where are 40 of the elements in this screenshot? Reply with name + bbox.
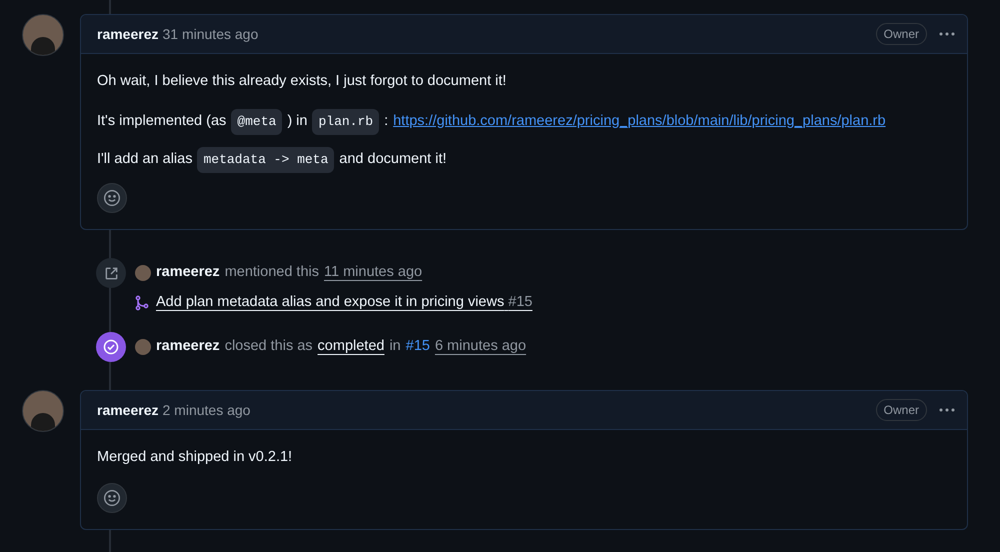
merge-icon bbox=[135, 295, 149, 311]
inline-code: @meta bbox=[231, 109, 282, 134]
avatar[interactable] bbox=[22, 14, 64, 56]
event-text: in bbox=[389, 337, 401, 356]
event-text: mentioned this bbox=[224, 263, 319, 282]
check-circle-icon bbox=[103, 339, 119, 355]
add-reaction-button[interactable] bbox=[97, 183, 127, 213]
link[interactable]: https://github.com/rameerez/pricing_plans/blob/main/lib/pricing_plans/plan.rb bbox=[393, 110, 886, 133]
actor-name[interactable]: rameerez bbox=[156, 336, 220, 358]
actor-name[interactable]: rameerez bbox=[156, 262, 220, 284]
pull-request-link[interactable]: #15 bbox=[406, 336, 430, 358]
kebab-icon bbox=[939, 32, 955, 36]
event-text: closed this as bbox=[224, 337, 313, 356]
timestamp[interactable]: 2 minutes ago bbox=[162, 400, 250, 420]
kebab-icon bbox=[939, 408, 955, 412]
smiley-icon bbox=[103, 489, 121, 507]
timestamp[interactable]: 31 minutes ago bbox=[162, 24, 258, 44]
comment-text: ) in bbox=[287, 112, 308, 131]
pull-request-title-link[interactable]: Add plan metadata alias and expose it in pricing views #15 bbox=[156, 292, 532, 314]
owner-label: Owner bbox=[876, 23, 927, 45]
inline-code: metadata -> meta bbox=[197, 147, 334, 172]
external-link-icon bbox=[104, 266, 118, 280]
add-reaction-button[interactable] bbox=[97, 483, 127, 513]
comment-text: It's implemented (as bbox=[97, 112, 226, 131]
event-time-link[interactable]: 6 minutes ago bbox=[434, 336, 526, 358]
comment-text: I'll add an alias bbox=[97, 150, 192, 169]
event-time-link[interactable]: 11 minutes ago bbox=[324, 262, 422, 284]
comment-text: Oh wait, I believe this already exists, I just forgot to document it! bbox=[97, 72, 506, 92]
small-avatar[interactable] bbox=[135, 339, 151, 355]
author-name[interactable]: rameerez bbox=[97, 24, 158, 44]
small-avatar[interactable] bbox=[135, 265, 151, 281]
author-name[interactable]: rameerez bbox=[97, 400, 158, 420]
smiley-icon bbox=[103, 189, 121, 207]
state-link[interactable]: completed bbox=[318, 336, 384, 358]
comment-text: Merged and shipped in v0.2.1! bbox=[97, 448, 292, 468]
comment-text: and document it! bbox=[339, 150, 447, 169]
comment-text: : bbox=[384, 112, 388, 131]
owner-label: Owner bbox=[876, 399, 927, 421]
inline-code: plan.rb bbox=[312, 109, 380, 134]
avatar[interactable] bbox=[22, 390, 64, 432]
